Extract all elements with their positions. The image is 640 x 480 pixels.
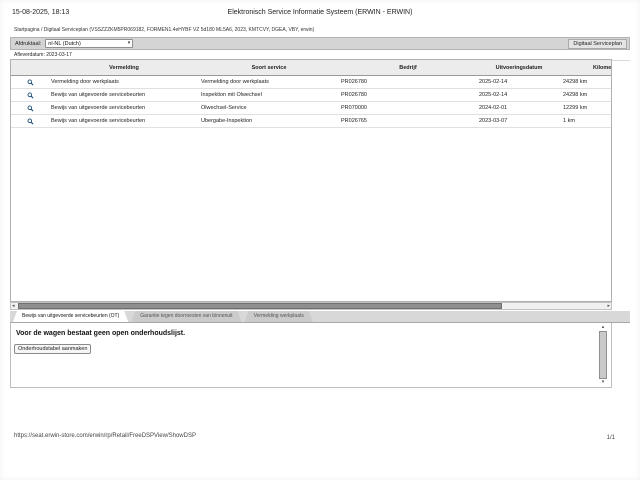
row-detail-button[interactable]	[11, 105, 49, 112]
magnifier-icon	[27, 92, 34, 99]
cell-soort-service: Übergabe-Inspektion	[199, 118, 339, 124]
tab-vermelding-werkplaats[interactable]: Vermelding werkplaats	[245, 311, 313, 322]
page-title: Elektronisch Service Informatie Systeem …	[0, 9, 640, 16]
digital-serviceplan-button[interactable]: Digitaal Serviceplan	[568, 39, 627, 49]
column-header-kilometerstand: Kilometerstand	[561, 65, 611, 71]
create-maintenance-table-button[interactable]: Onderhoudstabel aanmaken	[14, 344, 91, 354]
tab-bewijs-servicebeurten[interactable]: Bewijs van uitgevoerde servicebeurten (O…	[13, 311, 128, 322]
row-detail-button[interactable]	[11, 79, 49, 86]
table-row[interactable]: Bewijs van uitgevoerde servicebeurten Öl…	[11, 102, 611, 115]
service-entries-table: Vermelding Soort service Bedrijf Uitvoer…	[10, 59, 612, 302]
scroll-right-icon[interactable]: ▸	[606, 304, 611, 309]
scroll-left-icon[interactable]: ◂	[11, 304, 16, 309]
table-row[interactable]: Bewijs van uitgevoerde servicebeurten In…	[11, 89, 611, 102]
cell-bedrijf: PR026765	[339, 118, 477, 124]
table-row[interactable]: Vermelding door werkplaats Vermelding do…	[11, 76, 611, 89]
delivery-date-label: Afleverdatum:	[14, 52, 45, 58]
table-header-row: Vermelding Soort service Bedrijf Uitvoer…	[11, 60, 611, 76]
maintenance-panel: Voor de wagen bestaat geen open onderhou…	[10, 323, 612, 388]
cell-vermelding: Bewijs van uitgevoerde servicebeurten	[49, 105, 199, 111]
horizontal-scrollbar-thumb[interactable]	[18, 303, 502, 309]
cell-soort-service: Inspektion mit Ölwechsel	[199, 92, 339, 98]
magnifier-icon	[27, 118, 34, 125]
cell-uitvoeringsdatum: 2025-02-14	[477, 92, 561, 98]
column-header-soort-service: Soort service	[199, 65, 339, 71]
column-header-vermelding: Vermelding	[49, 65, 199, 71]
breadcrumb: Startpagina / Digitaal Serviceplan (VSSZ…	[14, 27, 314, 33]
cell-vermelding: Bewijs van uitgevoerde servicebeurten	[49, 92, 199, 98]
print-footer-url: https://seat.erwin-store.com/erwin/rp/Re…	[14, 433, 196, 439]
magnifier-icon	[27, 105, 34, 112]
row-detail-button[interactable]	[11, 92, 49, 99]
vertical-scrollbar[interactable]: ▴ ▾	[599, 325, 607, 385]
cell-soort-service: Vermelding door werkplaats	[199, 79, 339, 85]
cell-uitvoeringsdatum: 2025-02-14	[477, 79, 561, 85]
toolbar: Afdruktaal: nl-NL (Dutch) ▾ Digitaal Ser…	[10, 37, 630, 50]
scroll-up-icon[interactable]: ▴	[602, 325, 605, 330]
print-language-label: Afdruktaal:	[15, 41, 41, 47]
chevron-down-icon: ▾	[128, 41, 131, 46]
cell-kilometerstand: 24298 km	[561, 79, 611, 85]
print-page-number: 1/1	[607, 435, 615, 441]
delivery-date-value: 2023-03-17	[46, 52, 72, 58]
cell-bedrijf: PR070000	[339, 105, 477, 111]
cell-uitvoeringsdatum: 2024-02-01	[477, 105, 561, 111]
cell-vermelding: Vermelding door werkplaats	[49, 79, 199, 85]
cell-kilometerstand: 24298 km	[561, 92, 611, 98]
magnifier-icon	[27, 79, 34, 86]
printed-page: 15-08-2025, 18:13 Elektronisch Service I…	[0, 0, 640, 480]
tab-bar: Bewijs van uitgevoerde servicebeurten (O…	[10, 311, 630, 323]
cell-bedrijf: PR026780	[339, 92, 477, 98]
vertical-scrollbar-thumb[interactable]	[599, 331, 607, 379]
cell-bedrijf: PR026780	[339, 79, 477, 85]
tab-garantie-doorroesten[interactable]: Garantie tegen doorroesten van binnenuit	[131, 311, 241, 322]
print-language-value: nl-NL (Dutch)	[48, 41, 81, 47]
column-header-uitvoeringsdatum: Uitvoeringsdatum	[477, 65, 561, 71]
column-header-bedrijf: Bedrijf	[339, 65, 477, 71]
cell-soort-service: Ölwechsel-Service	[199, 105, 339, 111]
table-row[interactable]: Bewijs van uitgevoerde servicebeurten Üb…	[11, 115, 611, 128]
cell-uitvoeringsdatum: 2023-03-07	[477, 118, 561, 124]
cell-kilometerstand: 12299 km	[561, 105, 611, 111]
horizontal-scrollbar[interactable]: ◂ ▸	[10, 302, 612, 310]
cell-vermelding: Bewijs van uitgevoerde servicebeurten	[49, 118, 199, 124]
scroll-down-icon[interactable]: ▾	[602, 380, 605, 385]
cell-kilometerstand: 1 km	[561, 118, 611, 124]
maintenance-message: Voor de wagen bestaat geen open onderhou…	[16, 330, 611, 337]
print-language-select[interactable]: nl-NL (Dutch) ▾	[45, 39, 133, 48]
row-detail-button[interactable]	[11, 118, 49, 125]
